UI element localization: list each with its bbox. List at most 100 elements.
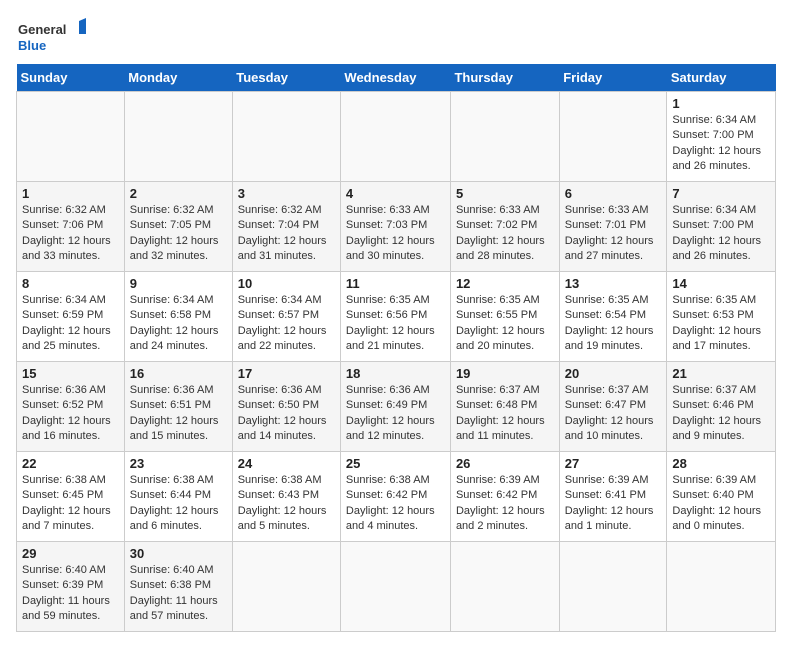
calendar-cell: 25Sunrise: 6:38 AMSunset: 6:42 PMDayligh… [340, 452, 450, 542]
calendar-cell [232, 92, 340, 182]
sunrise: Sunrise: 6:33 AM [456, 203, 554, 218]
sunrise: Sunrise: 6:36 AM [22, 383, 119, 398]
sunset: Sunset: 6:42 PM [346, 488, 445, 503]
daylight: Daylight: 12 hours and 19 minutes. [565, 324, 662, 355]
calendar-week-4: 15Sunrise: 6:36 AMSunset: 6:52 PMDayligh… [17, 362, 776, 452]
day-number: 6 [565, 186, 662, 201]
day-number: 24 [238, 456, 335, 471]
day-info: Sunrise: 6:40 AMSunset: 6:38 PMDaylight:… [130, 563, 227, 625]
day-info: Sunrise: 6:34 AMSunset: 6:58 PMDaylight:… [130, 293, 227, 355]
calendar-cell: 1 Sunrise: 6:32 AMSunset: 7:06 PMDaylight… [17, 182, 125, 272]
day-number: 12 [456, 276, 554, 291]
sunrise: Sunrise: 6:37 AM [456, 383, 554, 398]
day-info: Sunrise: 6:33 AMSunset: 7:01 PMDaylight:… [565, 203, 662, 265]
day-info: Sunrise: 6:40 AMSunset: 6:39 PMDaylight:… [22, 563, 119, 625]
logo-svg: General Blue [16, 16, 86, 56]
day-header-saturday: Saturday [667, 64, 776, 92]
day-header-sunday: Sunday [17, 64, 125, 92]
daylight: Daylight: 12 hours and 11 minutes. [456, 414, 554, 445]
sunrise: Sunrise: 6:32 AM [238, 203, 335, 218]
day-info: Sunrise: 6:35 AMSunset: 6:55 PMDaylight:… [456, 293, 554, 355]
sunrise: Sunrise: 6:38 AM [130, 473, 227, 488]
day-info: Sunrise: 6:32 AMSunset: 7:06 PMDaylight:… [22, 203, 119, 265]
calendar-cell: 26Sunrise: 6:39 AMSunset: 6:42 PMDayligh… [450, 452, 559, 542]
sunset: Sunset: 6:49 PM [346, 398, 445, 413]
calendar-cell: 15Sunrise: 6:36 AMSunset: 6:52 PMDayligh… [17, 362, 125, 452]
day-number: 21 [672, 366, 770, 381]
sunset: Sunset: 6:54 PM [565, 308, 662, 323]
calendar-cell: 10 Sunrise: 6:34 AMSunset: 6:57 PMDayligh… [232, 272, 340, 362]
calendar-cell: 23 Sunrise: 6:38 AMSunset: 6:44 PMDayligh… [124, 452, 232, 542]
calendar-cell [450, 542, 559, 632]
day-number: 1 [22, 186, 119, 201]
sunrise: Sunrise: 6:35 AM [346, 293, 445, 308]
sunset: Sunset: 6:55 PM [456, 308, 554, 323]
svg-text:General: General [18, 22, 66, 37]
day-header-friday: Friday [559, 64, 667, 92]
day-number: 23 [130, 456, 227, 471]
sunrise: Sunrise: 6:39 AM [565, 473, 662, 488]
sunrise: Sunrise: 6:38 AM [346, 473, 445, 488]
day-number: 7 [672, 186, 770, 201]
calendar-cell: 3Sunrise: 6:32 AMSunset: 7:04 PMDaylight… [232, 182, 340, 272]
calendar-week-1: 1Sunrise: 6:34 AMSunset: 7:00 PMDaylight… [17, 92, 776, 182]
calendar-cell: 27Sunrise: 6:39 AMSunset: 6:41 PMDayligh… [559, 452, 667, 542]
day-header-tuesday: Tuesday [232, 64, 340, 92]
day-info: Sunrise: 6:34 AMSunset: 6:57 PMDaylight:… [238, 293, 335, 355]
day-header-monday: Monday [124, 64, 232, 92]
sunset: Sunset: 6:53 PM [672, 308, 770, 323]
sunset: Sunset: 7:05 PM [130, 218, 227, 233]
sunset: Sunset: 6:40 PM [672, 488, 770, 503]
calendar-cell: 6 Sunrise: 6:33 AMSunset: 7:01 PMDaylight… [559, 182, 667, 272]
daylight: Daylight: 12 hours and 26 minutes. [672, 144, 770, 175]
calendar-cell: 19Sunrise: 6:37 AMSunset: 6:48 PMDayligh… [450, 362, 559, 452]
sunrise: Sunrise: 6:33 AM [565, 203, 662, 218]
sunrise: Sunrise: 6:37 AM [565, 383, 662, 398]
calendar-cell [340, 92, 450, 182]
sunset: Sunset: 6:50 PM [238, 398, 335, 413]
sunrise: Sunrise: 6:35 AM [565, 293, 662, 308]
calendar-cell: 16Sunrise: 6:36 AMSunset: 6:51 PMDayligh… [124, 362, 232, 452]
sunrise: Sunrise: 6:35 AM [456, 293, 554, 308]
daylight: Daylight: 12 hours and 26 minutes. [672, 234, 770, 265]
calendar-week-6: 29Sunrise: 6:40 AMSunset: 6:39 PMDayligh… [17, 542, 776, 632]
daylight: Daylight: 12 hours and 33 minutes. [22, 234, 119, 265]
day-info: Sunrise: 6:36 AMSunset: 6:49 PMDaylight:… [346, 383, 445, 445]
sunset: Sunset: 6:41 PM [565, 488, 662, 503]
calendar-cell: 9Sunrise: 6:34 AMSunset: 6:58 PMDaylight… [124, 272, 232, 362]
sunset: Sunset: 6:51 PM [130, 398, 227, 413]
daylight: Daylight: 11 hours and 57 minutes. [130, 594, 227, 625]
calendar-cell: 30Sunrise: 6:40 AMSunset: 6:38 PMDayligh… [124, 542, 232, 632]
sunset: Sunset: 6:47 PM [565, 398, 662, 413]
day-number: 26 [456, 456, 554, 471]
day-number: 25 [346, 456, 445, 471]
calendar-cell: 22Sunrise: 6:38 AMSunset: 6:45 PMDayligh… [17, 452, 125, 542]
daylight: Daylight: 12 hours and 15 minutes. [130, 414, 227, 445]
day-number: 28 [672, 456, 770, 471]
calendar-week-5: 22Sunrise: 6:38 AMSunset: 6:45 PMDayligh… [17, 452, 776, 542]
sunset: Sunset: 7:03 PM [346, 218, 445, 233]
page-header: General Blue [16, 16, 776, 56]
calendar-cell: 29Sunrise: 6:40 AMSunset: 6:39 PMDayligh… [17, 542, 125, 632]
day-info: Sunrise: 6:38 AMSunset: 6:44 PMDaylight:… [130, 473, 227, 535]
daylight: Daylight: 12 hours and 16 minutes. [22, 414, 119, 445]
sunrise: Sunrise: 6:34 AM [672, 113, 770, 128]
sunrise: Sunrise: 6:34 AM [672, 203, 770, 218]
calendar-table: SundayMondayTuesdayWednesdayThursdayFrid… [16, 64, 776, 632]
calendar-cell [559, 542, 667, 632]
calendar-week-3: 8Sunrise: 6:34 AMSunset: 6:59 PMDaylight… [17, 272, 776, 362]
day-info: Sunrise: 6:35 AMSunset: 6:56 PMDaylight:… [346, 293, 445, 355]
day-number: 10 [238, 276, 335, 291]
daylight: Daylight: 12 hours and 21 minutes. [346, 324, 445, 355]
sunrise: Sunrise: 6:36 AM [238, 383, 335, 398]
daylight: Daylight: 12 hours and 2 minutes. [456, 504, 554, 535]
daylight: Daylight: 12 hours and 14 minutes. [238, 414, 335, 445]
sunrise: Sunrise: 6:32 AM [130, 203, 227, 218]
daylight: Daylight: 11 hours and 59 minutes. [22, 594, 119, 625]
daylight: Daylight: 12 hours and 32 minutes. [130, 234, 227, 265]
day-number: 15 [22, 366, 119, 381]
calendar-cell [667, 542, 776, 632]
day-number: 3 [238, 186, 335, 201]
calendar-cell: 21Sunrise: 6:37 AMSunset: 6:46 PMDayligh… [667, 362, 776, 452]
sunset: Sunset: 6:44 PM [130, 488, 227, 503]
